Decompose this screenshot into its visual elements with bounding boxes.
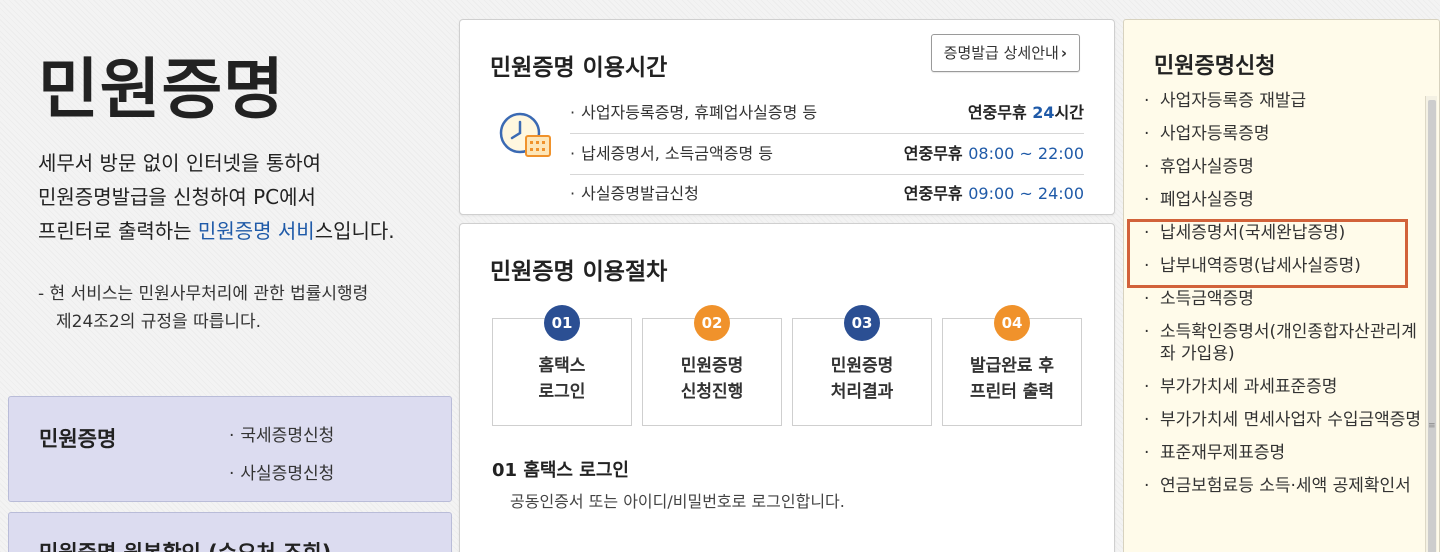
step-02[interactable]: 02 민원증명 신청진행 bbox=[642, 305, 782, 426]
apply-title: 민원증명신청 bbox=[1154, 54, 1276, 79]
hours-row-suffix: 시간 bbox=[1054, 103, 1084, 122]
hours-row-value: 08:00 ~ 22:00 bbox=[968, 144, 1084, 163]
step-label: 홈택스 로그인 bbox=[538, 356, 586, 402]
hours-row-name: 사실증명발급신청 bbox=[570, 173, 699, 215]
hours-row: 납세증명서, 소득금액증명 등 연중무휴 08:00 ~ 22:00 bbox=[570, 133, 1084, 175]
step-04[interactable]: 04 발급완료 후 프린터 출력 bbox=[942, 305, 1082, 426]
hours-row-time: 연중무휴 24시간 bbox=[968, 92, 1084, 134]
hours-row-label: 연중무휴 bbox=[903, 184, 969, 203]
intro-line-3-prefix: 프린터로 출력하는 bbox=[38, 219, 198, 243]
step-number: 01 bbox=[544, 305, 580, 341]
step-number: 03 bbox=[844, 305, 880, 341]
apply-item-pension-deduction[interactable]: 연금보험료등 소득·세액 공제확인서 bbox=[1144, 475, 1426, 497]
scroll-grip-icon: ≡ bbox=[1428, 421, 1436, 431]
step-01[interactable]: 01 홈택스 로그인 bbox=[492, 305, 632, 426]
link-tax-certificate[interactable]: 국세증명신청 bbox=[229, 417, 334, 455]
hours-title: 민원증명 이용시간 bbox=[490, 55, 668, 81]
issuance-detail-label: 증명발급 상세안내 bbox=[943, 44, 1059, 62]
apply-item-vat-exempt[interactable]: 부가가치세 면세사업자 수입금액증명 bbox=[1144, 409, 1426, 431]
hours-row-name: 납세증명서, 소득금액증명 등 bbox=[570, 133, 773, 175]
step-label: 발급완료 후 프린터 출력 bbox=[969, 356, 1055, 402]
clock-calendar-icon bbox=[499, 112, 551, 157]
hours-row-label: 연중무휴 bbox=[967, 103, 1033, 122]
apply-item-vat-base[interactable]: 부가가치세 과세표준증명 bbox=[1144, 376, 1426, 398]
intro-line-3-suffix: 스입니다. bbox=[314, 219, 395, 243]
intro-text: 세무서 방문 없이 인터넷을 통하여 민원증명발급을 신청하여 PC에서 프린터… bbox=[38, 146, 395, 248]
intro-line-2: 민원증명발급을 신청하여 PC에서 bbox=[38, 185, 316, 209]
apply-item-tax-payment[interactable]: 납세증명서(국세완납증명) bbox=[1144, 222, 1426, 244]
page-title: 민원증명 bbox=[38, 51, 285, 128]
step-number: 02 bbox=[694, 305, 730, 341]
apply-item-business-reissue[interactable]: 사업자등록증 재발급 bbox=[1144, 90, 1426, 112]
certificate-box-title: 민원증명 bbox=[39, 427, 117, 451]
step-label: 민원증명 신청진행 bbox=[680, 356, 744, 402]
hours-row-time: 연중무휴 09:00 ~ 24:00 bbox=[904, 173, 1084, 215]
apply-list: 사업자등록증 재발급 사업자등록증명 휴업사실증명 폐업사실증명 납세증명서(국… bbox=[1144, 90, 1426, 508]
hours-row-time: 연중무휴 08:00 ~ 22:00 bbox=[904, 133, 1084, 175]
apply-item-financial-statement[interactable]: 표준재무제표증명 bbox=[1144, 442, 1426, 464]
hours-row: 사실증명발급신청 연중무휴 09:00 ~ 24:00 bbox=[570, 173, 1084, 215]
hours-row: 사업자등록증명, 휴폐업사실증명 등 연중무휴 24시간 bbox=[570, 92, 1084, 134]
step-detail-text: 공동인증서 또는 아이디/비밀번호로 로그인합니다. bbox=[510, 492, 845, 511]
procedure-title: 민원증명 이용절차 bbox=[490, 259, 668, 285]
step-detail-title: 01 홈택스 로그인 bbox=[492, 460, 629, 481]
apply-item-payment-history[interactable]: 납부내역증명(납세사실증명) bbox=[1144, 255, 1426, 277]
law-line-2: 제24조2의 규정을 따릅니다. bbox=[56, 312, 262, 332]
link-fact-certificate[interactable]: 사실증명신청 bbox=[229, 455, 334, 493]
hours-row-name: 사업자등록증명, 휴폐업사실증명 등 bbox=[570, 92, 817, 134]
law-line-1: - 현 서비스는 민원사무처리에 관한 법률시행령 bbox=[38, 284, 369, 304]
step-03[interactable]: 03 민원증명 처리결과 bbox=[792, 305, 932, 426]
hours-row-label: 연중무휴 bbox=[903, 144, 969, 163]
chevron-right-icon: › bbox=[1060, 44, 1067, 62]
law-notice: - 현 서비스는 민원사무처리에 관한 법률시행령 제24조2의 규정을 따릅니… bbox=[38, 280, 368, 336]
apply-item-income-isa[interactable]: 소득확인증명서(개인종합자산관리계좌 가입용) bbox=[1144, 321, 1426, 365]
step-label: 민원증명 처리결과 bbox=[830, 356, 894, 402]
hours-row-value: 24 bbox=[1032, 103, 1055, 122]
verify-box[interactable]: 민원증명 원본확인 (수요처 조회) bbox=[8, 512, 452, 552]
intro-highlight: 민원증명 서비 bbox=[197, 219, 315, 243]
intro-line-3: 프린터로 출력하는 민원증명 서비스입니다. bbox=[38, 214, 395, 248]
step-number: 04 bbox=[994, 305, 1030, 341]
procedure-card: 민원증명 이용절차 01 홈택스 로그인 02 민원증명 신청진행 03 민원증… bbox=[459, 223, 1115, 552]
hours-card: 민원증명 이용시간 증명발급 상세안내› 사업자등록증명, 휴폐업사실증명 등 … bbox=[459, 19, 1115, 215]
apply-item-income[interactable]: 소득금액증명 bbox=[1144, 288, 1426, 310]
apply-scrollbar[interactable]: ≡ bbox=[1425, 96, 1437, 552]
apply-panel: 민원증명신청 사업자등록증 재발급 사업자등록증명 휴업사실증명 폐업사실증명 … bbox=[1123, 19, 1440, 552]
apply-item-business-registration[interactable]: 사업자등록증명 bbox=[1144, 123, 1426, 145]
apply-item-suspension[interactable]: 휴업사실증명 bbox=[1144, 156, 1426, 178]
issuance-detail-button[interactable]: 증명발급 상세안내 › bbox=[930, 34, 1080, 72]
verify-box-title: 민원증명 원본확인 (수요처 조회) bbox=[39, 537, 331, 552]
intro-line-1: 세무서 방문 없이 인터넷을 통하여 bbox=[38, 151, 322, 175]
hours-row-value: 09:00 ~ 24:00 bbox=[968, 184, 1084, 203]
apply-item-closure[interactable]: 폐업사실증명 bbox=[1144, 189, 1426, 211]
certificate-links: 국세증명신청 사실증명신청 bbox=[229, 417, 334, 493]
scroll-thumb[interactable] bbox=[1428, 100, 1436, 552]
certificate-box: 민원증명 국세증명신청 사실증명신청 bbox=[8, 396, 452, 502]
